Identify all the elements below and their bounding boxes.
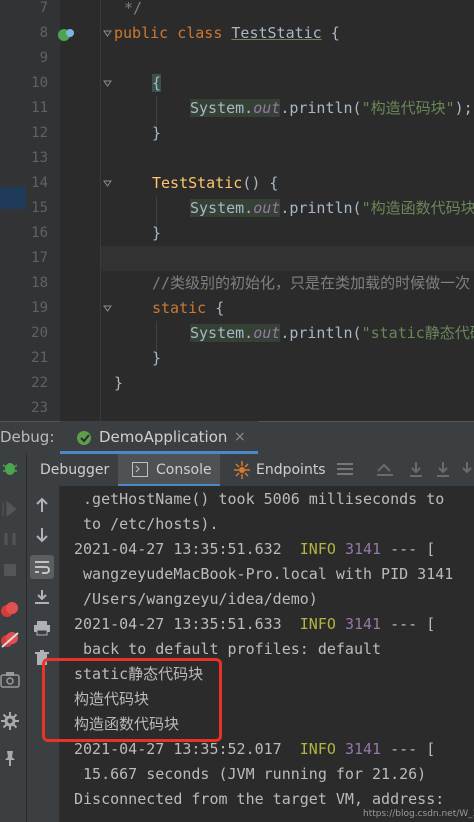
view-breakpoints-icon[interactable] [0,601,20,619]
line-number: 7 [39,0,48,16]
run-config-name[interactable]: DemoApplication [99,428,227,446]
line-number: 19 [31,300,48,316]
comment-end: */ [124,0,143,17]
keyword: static [152,299,207,317]
line-number: 14 [31,175,48,191]
code-line-12: } [152,121,161,146]
method-call: .println( [280,199,362,217]
brace: { [206,299,225,317]
step-into-icon[interactable] [435,461,451,477]
line-number: 23 [31,400,48,416]
close-icon[interactable]: × [234,429,246,445]
method-call: .println( [280,324,362,342]
call-end: ); [454,99,473,117]
console-line: wangzeyudeMacBook-Pro.local with PID 314… [74,565,454,583]
class-run-icon[interactable] [57,26,75,44]
keyword: public class [114,24,232,42]
print-icon[interactable] [33,620,51,636]
code-line-16: } [152,221,161,246]
tab-endpoints[interactable]: Endpoints [256,462,326,478]
string-literal: "static静态代码块" [361,324,474,342]
code-line-7: */ [124,0,142,21]
line-number: 17 [31,250,48,266]
code-line-10: { [152,71,162,96]
constructor-name: TestStatic [152,174,243,192]
debug-bug-icon[interactable] [1,459,19,477]
console-line: 15.667 seconds (JVM running for 21.26) [74,765,427,783]
line-number: 15 [31,200,48,216]
line-number: 11 [31,100,48,116]
line-number: 22 [31,375,48,391]
brace: } [152,224,162,242]
fold-marker-icon[interactable] [103,79,112,88]
gutter-separator [100,0,101,421]
scroll-to-end-icon[interactable] [34,589,50,605]
settings-icon[interactable] [0,711,20,731]
annotation-highlight-box [42,658,222,742]
debug-label: Debug: [0,428,55,446]
current-line-highlight [101,246,474,271]
line-number: 13 [31,150,48,166]
resume-icon[interactable] [2,501,18,517]
pause-icon[interactable] [2,531,18,547]
code-line-11: System.out.println("构造代码块"); [190,96,473,121]
brace: } [152,349,162,367]
line-number: 10 [31,75,48,91]
line-number: 12 [31,125,48,141]
fold-marker-icon[interactable] [103,179,112,188]
console-line: .getHostName() took 5006 milliseconds to [74,490,445,508]
code-line-18: //类级别的初始化，只是在类加载的时候做一次 [152,271,470,296]
endpoints-icon [234,461,250,479]
step-over-icon[interactable] [408,461,424,477]
line-number: 9 [39,50,48,66]
console-icon [132,462,148,477]
comment: //类级别的初始化，只是在类加载的时候做一次 [152,274,471,292]
code-line-14: TestStatic() { [152,171,278,196]
console-line: 2021-04-27 13:35:51.632 INFO 3141 --- [ [74,540,436,558]
step-out-icon[interactable] [460,461,474,477]
menu-icon[interactable] [337,462,353,476]
tab-console[interactable]: Console [156,462,212,478]
string-literal: "构造函数代码块" [361,199,474,217]
code-line-19: static { [152,296,224,321]
line-number: 18 [31,275,48,291]
arrow-down-icon[interactable] [34,526,50,544]
code-line-8: public class TestStatic { [114,21,340,46]
string-literal: "构造代码块" [361,99,455,117]
soft-wrap-icon [35,561,50,574]
system-ref: System.out [190,199,281,217]
code-line-22: } [114,371,123,396]
fold-marker-icon[interactable] [103,29,112,38]
code-line-15: System.out.println("构造函数代码块"); [190,196,474,221]
pin-icon[interactable] [1,749,19,767]
line-number: 16 [31,225,48,241]
tab-debugger[interactable]: Debugger [40,462,109,478]
class-name: TestStatic [231,24,322,42]
console-line: 2021-04-27 13:35:51.633 INFO 3141 --- [ [74,615,436,633]
line-number: 20 [31,325,48,341]
brace: { [321,24,340,42]
method-call: .println( [280,99,362,117]
console-line: to /etc/hosts). [74,515,219,533]
system-ref: System.out [190,99,281,117]
spring-boot-icon [77,431,91,445]
brace: } [114,374,124,392]
show-execution-point-icon[interactable] [376,461,394,477]
line-number: 21 [31,350,48,366]
code-line-20: System.out.println("static静态代码块"); [190,321,474,346]
params: () { [242,174,279,192]
stop-icon[interactable] [2,562,18,578]
console-line: /Users/wangzeyu/idea/demo) [74,590,318,608]
brace: { [152,74,162,92]
system-ref: System.out [190,324,281,342]
camera-icon[interactable] [0,671,20,689]
code-line-21: } [152,346,161,371]
fold-marker-icon[interactable] [103,304,112,313]
mute-breakpoints-icon[interactable] [0,631,20,649]
code-editor[interactable]: 7 8 9 10 11 12 13 14 15 16 17 18 19 20 2… [0,0,474,421]
arrow-up-icon[interactable] [34,496,50,514]
brace: } [152,124,162,142]
line-number: 8 [39,25,48,41]
watermark: https://blog.csdn.net/W_317 [363,809,474,819]
